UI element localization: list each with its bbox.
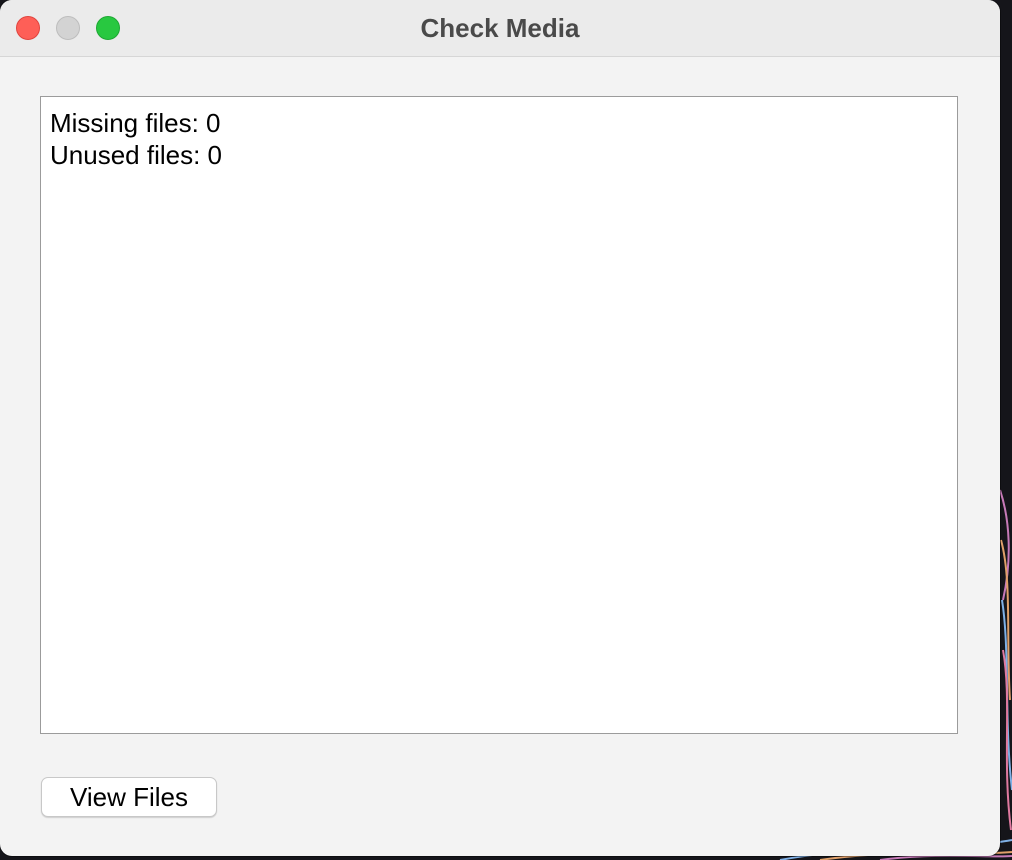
results-text-area[interactable]: Missing files: 0 Unused files: 0: [40, 96, 958, 734]
check-media-window: Check Media Missing files: 0 Unused file…: [0, 0, 1000, 856]
missing-files-line: Missing files: 0: [50, 108, 221, 138]
minimize-window-button[interactable]: [56, 16, 80, 40]
unused-files-line: Unused files: 0: [50, 140, 222, 170]
window-title: Check Media: [420, 13, 580, 43]
zoom-window-button[interactable]: [96, 16, 120, 40]
view-files-button[interactable]: View Files: [41, 777, 217, 817]
close-window-button[interactable]: [16, 16, 40, 40]
title-bar: Check Media: [0, 0, 1000, 57]
